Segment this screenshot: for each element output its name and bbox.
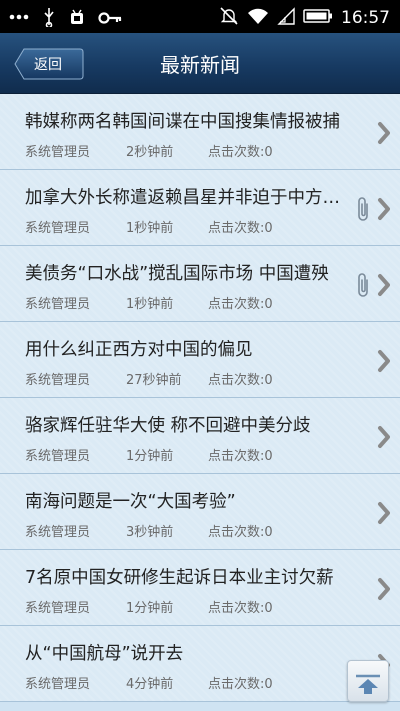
news-title: 7名原中国女研修生起诉日本业主讨欠薪	[25, 568, 334, 588]
news-list-item[interactable]: 韩媒称两名韩国间谍在中国搜集情报被捕系统管理员 2秒钟前 点击次数:0	[0, 94, 400, 170]
news-title: 用什么纠正西方对中国的偏见	[25, 340, 253, 360]
news-title: 南海问题是一次“大国考验”	[25, 492, 236, 512]
chevron-right-icon	[376, 273, 392, 301]
news-list-item[interactable]: 7名原中国女研修生起诉日本业主讨欠薪系统管理员 1分钟前 点击次数:0	[0, 550, 400, 626]
status-left-icons	[8, 7, 122, 31]
chevron-right-icon	[376, 121, 392, 149]
battery-icon	[303, 8, 333, 28]
mute-icon	[219, 6, 239, 30]
news-click-count: 点击次数:0	[208, 297, 273, 312]
title-bar: 返回 最新新闻	[0, 33, 400, 94]
news-click-count: 点击次数:0	[208, 449, 273, 464]
news-author: 系统管理员	[25, 449, 91, 464]
news-author: 系统管理员	[25, 525, 91, 540]
status-time: 16:57	[341, 8, 390, 28]
news-title: 美债务“口水战”搅乱国际市场 中国遭殃	[25, 264, 329, 284]
signal-icon	[277, 7, 295, 29]
news-list-item[interactable]: 加拿大外长称遣返赖昌星并非迫于中方压力系统管理员 1秒钟前 点击次数:0	[0, 170, 400, 246]
chevron-right-icon	[376, 577, 392, 605]
news-click-count: 点击次数:0	[208, 373, 273, 388]
news-author: 系统管理员	[25, 677, 91, 692]
chevron-right-icon	[376, 197, 392, 225]
chevron-right-icon	[376, 349, 392, 377]
news-click-count: 点击次数:0	[208, 525, 273, 540]
news-title: 从“中国航母”说开去	[25, 644, 184, 664]
news-title: 加拿大外长称遣返赖昌星并非迫于中方压力	[25, 188, 355, 208]
news-time: 2秒钟前	[126, 145, 174, 160]
news-time: 1分钟前	[126, 601, 174, 616]
news-click-count: 点击次数:0	[208, 601, 273, 616]
news-time: 1分钟前	[126, 449, 174, 464]
status-bar: 16:57	[0, 0, 400, 33]
news-click-count: 点击次数:0	[208, 677, 273, 692]
news-title: 骆家辉任驻华大使 称不回避中美分歧	[25, 416, 311, 436]
scroll-to-top-button[interactable]	[347, 660, 389, 702]
more-dots-icon	[8, 8, 30, 30]
news-list-item[interactable]: 骆家辉任驻华大使 称不回避中美分歧系统管理员 1分钟前 点击次数:0	[0, 398, 400, 474]
usb-icon	[42, 7, 56, 31]
page-title: 最新新闻	[160, 53, 240, 77]
wifi-icon	[247, 7, 269, 29]
news-author: 系统管理员	[25, 297, 91, 312]
news-time: 4分钟前	[126, 677, 174, 692]
news-click-count: 点击次数:0	[208, 221, 273, 236]
news-author: 系统管理员	[25, 373, 91, 388]
status-right-icons: 16:57	[219, 6, 390, 30]
news-time: 3秒钟前	[126, 525, 174, 540]
news-time: 27秒钟前	[126, 373, 182, 388]
news-title: 韩媒称两名韩国间谍在中国搜集情报被捕	[25, 112, 340, 132]
news-list-item[interactable]: 从“中国航母”说开去系统管理员 4分钟前 点击次数:0	[0, 626, 400, 702]
attachment-icon	[356, 271, 372, 303]
news-list-item[interactable]: 用什么纠正西方对中国的偏见系统管理员 27秒钟前 点击次数:0	[0, 322, 400, 398]
news-author: 系统管理员	[25, 601, 91, 616]
news-author: 系统管理员	[25, 221, 91, 236]
news-list-item[interactable]: 美债务“口水战”搅乱国际市场 中国遭殃系统管理员 1秒钟前 点击次数:0	[0, 246, 400, 322]
attachment-icon	[356, 195, 372, 227]
news-time: 1秒钟前	[126, 221, 174, 236]
arrow-up-icon	[356, 674, 380, 694]
news-list-item[interactable]: 南海问题是一次“大国考验” 系统管理员 3秒钟前 点击次数:0	[0, 474, 400, 550]
news-time: 1秒钟前	[126, 297, 174, 312]
chevron-right-icon	[376, 501, 392, 529]
android-debug-icon	[68, 7, 86, 31]
key-icon	[98, 10, 122, 29]
news-list: 韩媒称两名韩国间谍在中国搜集情报被捕 系统管理员 2秒钟前 点击次数:0 加拿大外长称遣…	[0, 94, 400, 702]
news-author: 系统管理员	[25, 145, 91, 160]
chevron-right-icon	[376, 425, 392, 453]
news-click-count: 点击次数:0	[208, 145, 273, 160]
